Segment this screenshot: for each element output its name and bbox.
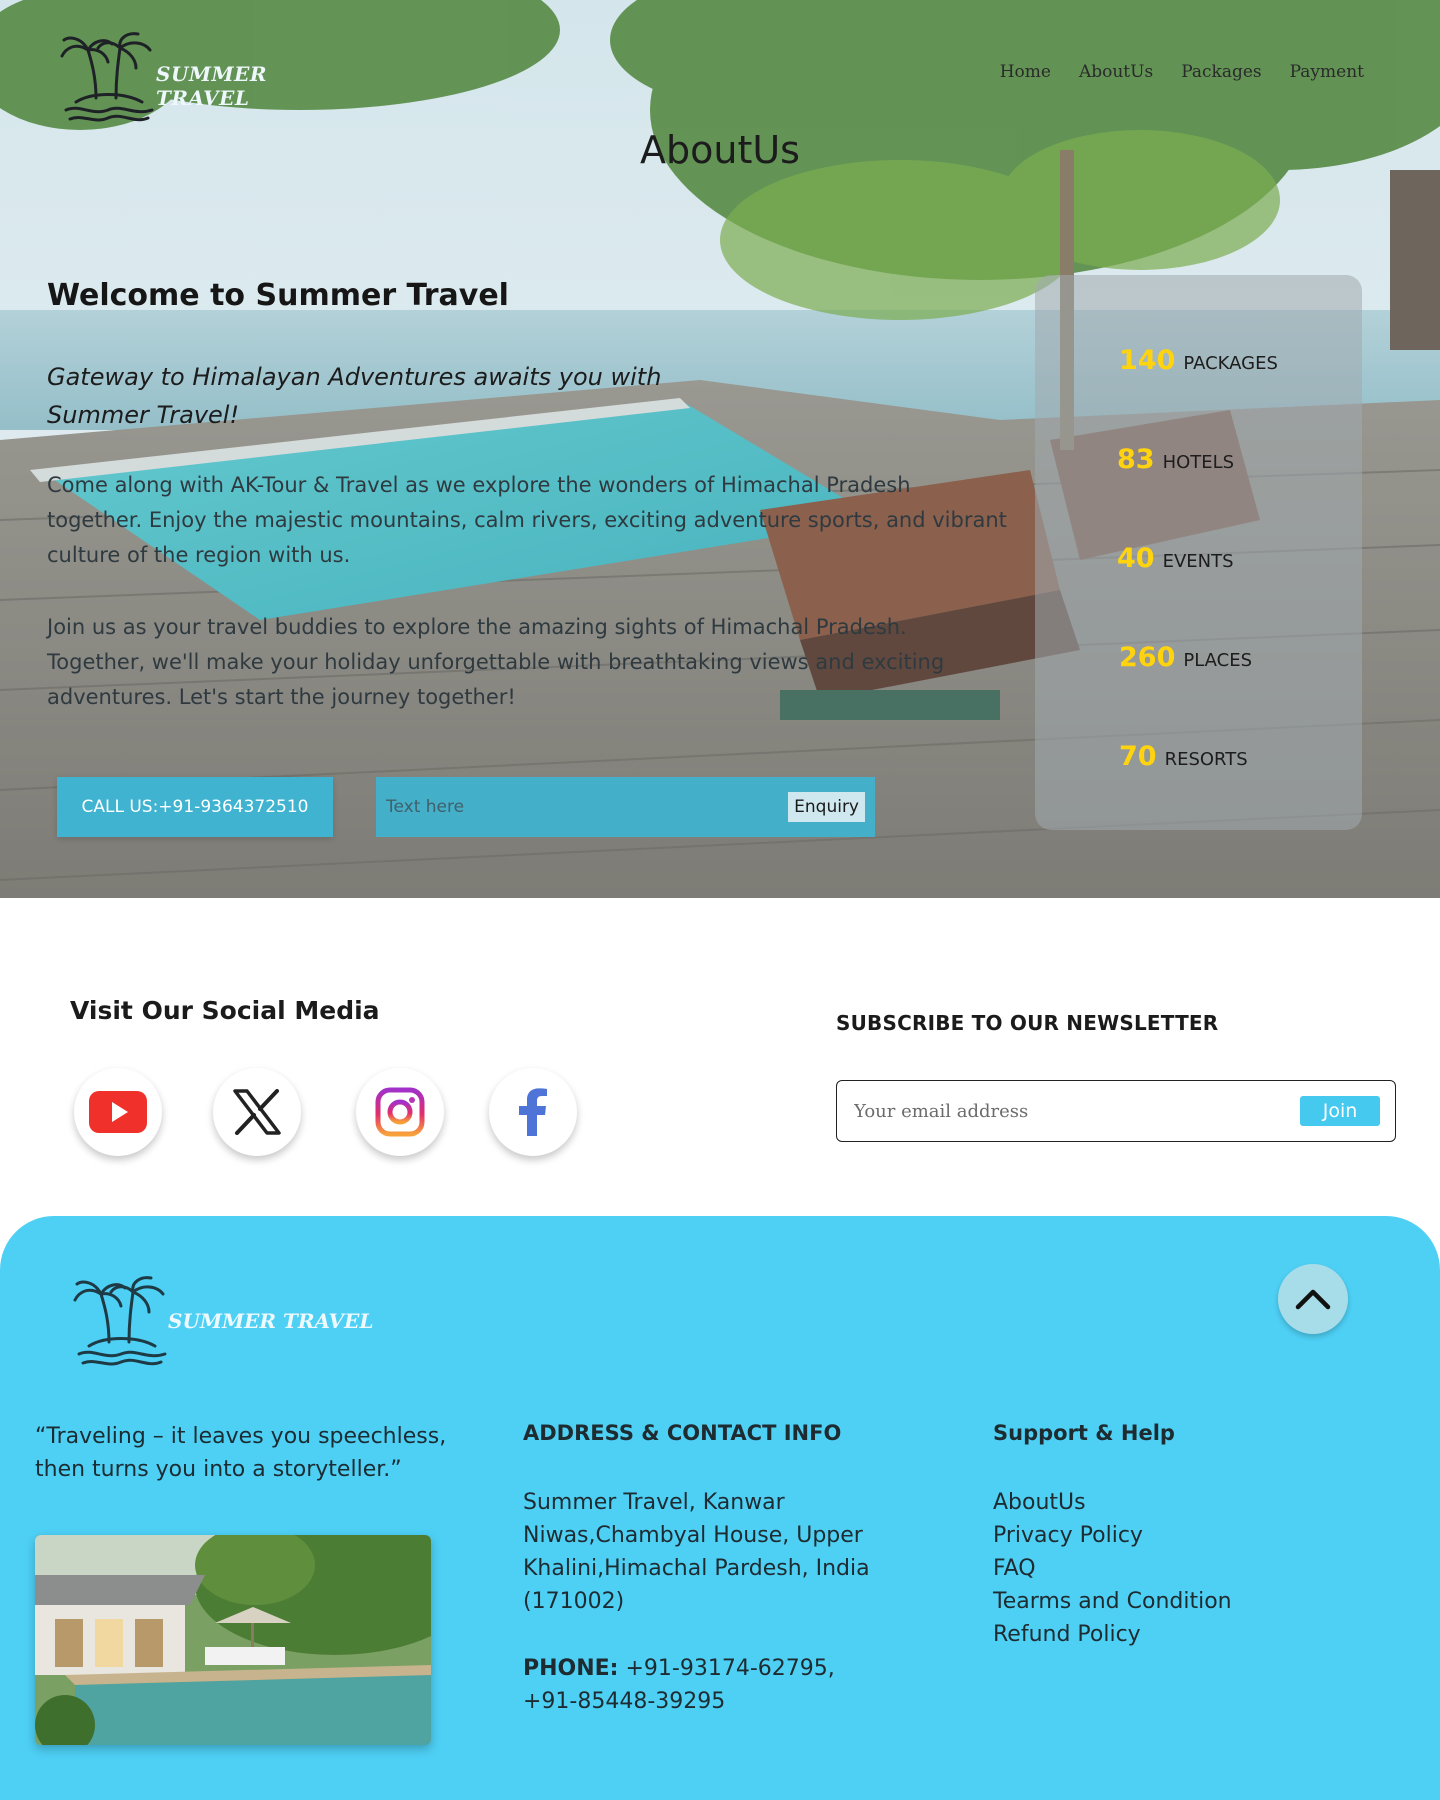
stats-panel: 140 PACKAGES 83 HOTELS 40 EVENTS 260 PLA… [1035,275,1362,830]
brand-name: SUMMER TRAVEL [156,62,268,110]
newsletter-title: SUBSCRIBE TO OUR NEWSLETTER [836,1011,1219,1035]
main-nav: Home AboutUs Packages Payment [1000,62,1364,82]
instagram-button[interactable] [356,1068,444,1156]
welcome-heading: Welcome to Summer Travel [47,278,509,313]
x-icon [233,1089,281,1135]
nav-aboutus[interactable]: AboutUs [1079,62,1153,82]
footer: SUMMER TRAVEL “Traveling – it leaves you… [0,1216,1440,1800]
stat-number: 70 [1119,741,1157,772]
stat-number: 83 [1117,444,1155,475]
stat-resorts: 70 RESORTS [1119,741,1248,772]
footer-logo[interactable]: SUMMER TRAVEL [68,1272,388,1368]
stat-events: 40 EVENTS [1117,543,1234,574]
resort-photo [35,1535,431,1745]
nav-home[interactable]: Home [1000,62,1051,82]
chevron-up-icon [1295,1289,1331,1310]
footer-brand-name: SUMMER TRAVEL [168,1309,374,1333]
link-privacy-policy[interactable]: Privacy Policy [993,1519,1232,1552]
palm-island-icon [73,1276,167,1366]
link-aboutus[interactable]: AboutUs [993,1486,1232,1519]
intro-paragraph-2: Join us as your travel buddies to explor… [47,615,945,709]
stat-number: 140 [1119,345,1176,376]
support-heading: Support & Help [993,1421,1175,1445]
hero-tagline: Gateway to Himalayan Adventures awaits y… [47,363,662,429]
stat-label: PLACES [1183,650,1253,671]
instagram-icon [375,1087,425,1137]
scroll-to-top-button[interactable] [1278,1264,1348,1334]
link-refund-policy[interactable]: Refund Policy [993,1618,1232,1651]
brand-logo[interactable]: SUMMER TRAVEL [56,28,356,124]
facebook-icon [519,1088,547,1136]
stat-places: 260 PLACES [1119,642,1252,673]
page-title: AboutUs [640,128,800,172]
x-button[interactable] [213,1068,301,1156]
stat-number: 40 [1117,543,1155,574]
phone-info: PHONE: +91-93174-62795, +91-85448-39295 [523,1652,883,1718]
enquiry-button[interactable]: Enquiry [788,792,865,822]
stat-hotels: 83 HOTELS [1117,444,1234,475]
youtube-icon [89,1091,147,1133]
address-heading: ADDRESS & CONTACT INFO [523,1421,842,1445]
stat-label: RESORTS [1164,749,1248,770]
youtube-button[interactable] [74,1068,162,1156]
social-media-title: Visit Our Social Media [70,996,380,1025]
resort-image [35,1535,431,1745]
stat-packages: 140 PACKAGES [1119,345,1278,376]
enquiry-input[interactable] [386,797,789,817]
hero-section: SUMMER TRAVEL Home AboutUs Packages Paym… [0,0,1440,898]
link-terms-and-condition[interactable]: Tearms and Condition [993,1585,1232,1618]
palm-island-icon [60,32,154,122]
nav-packages[interactable]: Packages [1181,62,1261,82]
stat-label: HOTELS [1162,452,1235,473]
nav-payment[interactable]: Payment [1290,62,1364,82]
link-faq[interactable]: FAQ [993,1552,1232,1585]
phone-label: PHONE: [523,1656,619,1681]
stat-label: PACKAGES [1183,353,1278,374]
address-text: Summer Travel, Kanwar Niwas,Chambyal Hou… [523,1490,870,1614]
facebook-button[interactable] [489,1068,577,1156]
footer-quote: “Traveling – it leaves you speechless, t… [35,1424,447,1482]
enquiry-form: Enquiry [376,777,875,837]
support-links: AboutUs Privacy Policy FAQ Tearms and Co… [993,1486,1232,1651]
email-input[interactable] [854,1100,1300,1122]
intro-paragraph-1: Come along with AK-Tour & Travel as we e… [47,473,1007,567]
stat-label: EVENTS [1162,551,1234,572]
join-button[interactable]: Join [1300,1096,1380,1126]
stat-number: 260 [1119,642,1176,673]
call-us-button[interactable]: CALL US:+91-9364372510 [57,777,333,837]
newsletter-form: Join [836,1080,1396,1142]
